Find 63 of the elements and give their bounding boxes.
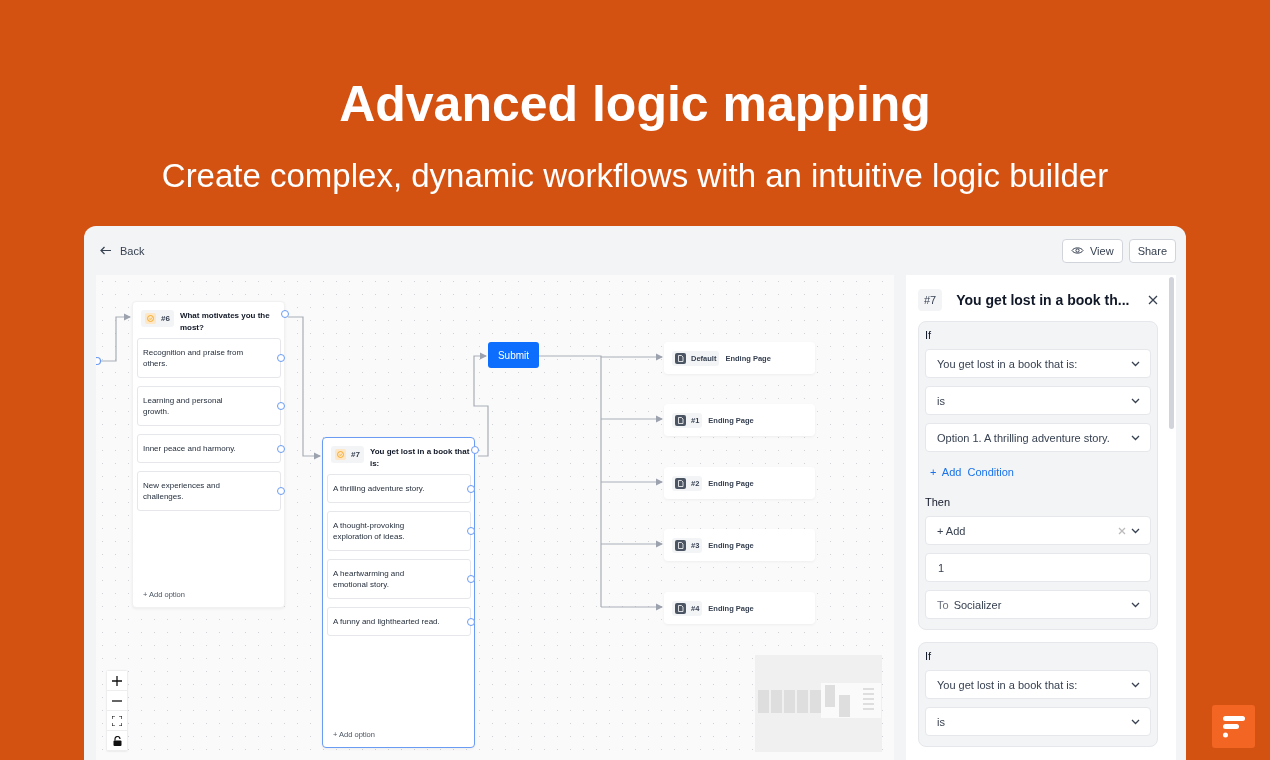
- dropdown-select[interactable]: You get lost in a book that is:: [925, 670, 1151, 699]
- connection-handle[interactable]: [467, 527, 475, 535]
- close-button[interactable]: [1148, 295, 1158, 305]
- dropdown-select[interactable]: To Socializer: [925, 590, 1151, 619]
- dropdown-select[interactable]: is: [925, 386, 1151, 415]
- question-title: You get lost in a book that is:: [369, 446, 471, 470]
- question-number-tag: #7: [331, 446, 364, 463]
- eye-icon: [1071, 246, 1084, 255]
- chevron-down-icon: [1131, 397, 1140, 404]
- hero-title: Advanced logic mapping: [339, 75, 931, 134]
- connection-handle[interactable]: [467, 617, 475, 626]
- connection-handle[interactable]: [467, 575, 475, 583]
- add-condition-link[interactable]: + Add Condition: [930, 466, 1151, 478]
- view-button[interactable]: View: [1062, 238, 1123, 263]
- arrow-left-icon: [100, 246, 112, 255]
- connection-handle[interactable]: [471, 446, 479, 454]
- plus-icon: [112, 675, 122, 686]
- chevron-down-icon: [1131, 360, 1140, 367]
- then-label: Then: [925, 496, 952, 508]
- connection-handle[interactable]: [96, 356, 102, 366]
- zoom-in-button[interactable]: [107, 671, 127, 691]
- connection-handle[interactable]: [277, 354, 285, 362]
- document-icon: [675, 539, 686, 551]
- connection-handle[interactable]: [281, 310, 289, 318]
- fit-view-button[interactable]: [107, 711, 127, 731]
- check-circle-icon: [335, 449, 346, 460]
- question-title: What motivates you the most?: [179, 310, 271, 334]
- lock-button[interactable]: [107, 731, 127, 751]
- check-circle-icon: [145, 313, 156, 324]
- share-button[interactable]: Share: [1128, 238, 1176, 263]
- chevron-down-icon: [1131, 434, 1140, 441]
- dropdown-select[interactable]: Option 1. A thrilling adventure story.: [925, 423, 1151, 452]
- document-icon: [675, 414, 686, 426]
- if-label: If: [925, 650, 933, 662]
- chevron-down-icon: [1131, 601, 1140, 608]
- logo-icon: [1212, 705, 1255, 748]
- question-number-tag: #7: [918, 289, 943, 311]
- close-icon: [1148, 295, 1158, 305]
- back-link[interactable]: Back: [100, 244, 145, 257]
- fit-view-icon: [112, 715, 122, 726]
- panel-title: You get lost in a book th...: [956, 292, 1130, 308]
- dropdown-select[interactable]: is: [925, 707, 1151, 736]
- connection-handle[interactable]: [277, 402, 285, 410]
- if-label: If: [925, 329, 933, 341]
- connection-handle[interactable]: [467, 484, 475, 493]
- dropdown-select[interactable]: You get lost in a book that is:: [925, 349, 1151, 378]
- question-number-tag: #6: [141, 310, 174, 327]
- chevron-down-icon: [1131, 527, 1140, 534]
- chevron-down-icon: [1131, 718, 1140, 725]
- document-icon: [675, 602, 686, 614]
- dropdown-select[interactable]: + Add: [925, 516, 1151, 545]
- zoom-out-button[interactable]: [107, 691, 127, 711]
- lock-icon: [112, 735, 122, 746]
- submit-node[interactable]: Submit: [488, 342, 539, 368]
- connection-handle[interactable]: [277, 487, 285, 495]
- hero-subtitle: Create complex, dynamic workflows with an intuitive logic builder: [161, 156, 1109, 196]
- clear-icon[interactable]: [1118, 526, 1126, 535]
- value-input-field[interactable]: 1: [925, 553, 1151, 582]
- chevron-down-icon: [1131, 681, 1140, 688]
- document-icon: [675, 352, 686, 364]
- scrollbar-thumb[interactable]: [1169, 277, 1174, 429]
- document-icon: [675, 477, 686, 489]
- connection-handle[interactable]: [277, 444, 285, 453]
